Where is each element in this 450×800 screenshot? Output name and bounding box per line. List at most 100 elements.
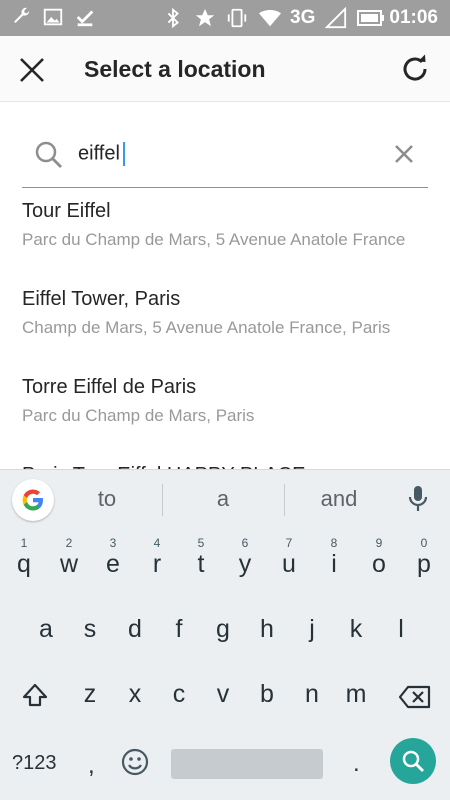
key-y[interactable]: 6y [224,536,266,592]
comma-key[interactable]: , [88,752,95,780]
key-number-hint: 3 [109,536,117,550]
search-query: eiffel [78,142,120,165]
suggestion-strip: to a and [0,470,450,528]
key-r[interactable]: 4r [136,536,178,592]
key-q[interactable]: 1q [3,536,45,592]
clock: 01:06 [389,7,438,28]
emoji-key[interactable] [119,746,151,778]
star-icon [194,7,216,29]
key-w[interactable]: 2w [48,536,90,592]
symbols-key[interactable]: ?123 [12,752,57,775]
location-address: Parc du Champ de Mars, Paris [22,406,255,425]
backspace-icon [398,685,431,709]
status-bar-left [10,6,96,28]
location-address: Champ de Mars, 5 Avenue Anatole France, … [22,318,391,337]
keyboard-search-button[interactable] [390,738,436,784]
suggestion-divider [162,484,163,516]
key-letter: l [398,615,404,643]
search-icon [34,140,64,170]
key-letter: r [152,550,162,578]
key-letter: j [309,615,315,643]
key-d[interactable]: d [114,601,156,657]
key-m[interactable]: m [335,666,377,722]
key-j[interactable]: j [291,601,333,657]
image-icon [42,6,64,28]
status-bar-right: 3G 01:06 [162,4,438,32]
key-p[interactable]: 0p [403,536,445,592]
key-letter: v [216,680,230,708]
key-n[interactable]: n [291,666,333,722]
key-number-hint: 7 [285,536,293,550]
key-letter: t [197,550,205,578]
key-letter: p [417,550,431,578]
location-name: Torre Eiffel de Paris [22,376,197,398]
key-x[interactable]: x [114,666,156,722]
list-item[interactable]: Torre Eiffel de Paris Parc du Champ de M… [0,364,450,452]
key-c[interactable]: c [158,666,200,722]
key-g[interactable]: g [202,601,244,657]
emoji-icon [121,748,149,776]
key-letter: d [128,615,142,643]
key-s[interactable]: s [69,601,111,657]
key-a[interactable]: a [25,601,67,657]
signal-icon [325,6,347,29]
key-z[interactable]: z [69,666,111,722]
space-bar[interactable] [171,749,323,779]
location-name: Tour Eiffel [22,200,111,222]
key-o[interactable]: 9o [358,536,400,592]
key-number-hint: 6 [241,536,249,550]
shift-key[interactable] [14,666,56,722]
status-bar: 3G 01:06 [0,0,450,36]
key-letter: u [282,550,296,578]
wifi-icon [258,7,282,29]
key-letter: o [372,550,386,578]
list-item[interactable]: Eiffel Tower, Paris Champ de Mars, 5 Ave… [0,276,450,364]
key-number-hint: 0 [420,536,428,550]
key-letter: g [216,615,230,643]
search-bar: eiffel [22,130,428,188]
key-number-hint: 4 [153,536,161,550]
vibrate-icon [226,7,248,29]
key-t[interactable]: 5t [180,536,222,592]
key-v[interactable]: v [202,666,244,722]
key-letter: w [59,550,79,578]
key-letter: y [238,550,252,578]
clear-search-button[interactable] [392,142,416,166]
key-i[interactable]: 8i [313,536,355,592]
soft-keyboard: to a and 1q 2w 3e 4r 5t 6y 7u 8i 9o 0p a… [0,469,450,800]
key-f[interactable]: f [158,601,200,657]
mic-button[interactable] [406,484,430,514]
refresh-button[interactable] [398,52,432,86]
period-key[interactable]: . [353,750,360,778]
wrench-icon [10,6,32,28]
close-icon [20,58,44,82]
key-letter: e [106,550,120,578]
key-l[interactable]: l [380,601,422,657]
suggestion-word[interactable]: to [57,486,157,512]
keyboard-row-3: z x c v b n m [0,666,450,728]
backspace-key[interactable] [393,666,435,722]
key-number-hint: 9 [375,536,383,550]
search-icon [402,750,424,772]
key-letter: h [260,615,274,643]
list-item[interactable]: Tour Eiffel Parc du Champ de Mars, 5 Ave… [0,188,450,276]
key-letter: f [175,615,183,643]
key-number-hint: 2 [65,536,73,550]
key-e[interactable]: 3e [92,536,134,592]
key-u[interactable]: 7u [268,536,310,592]
key-h[interactable]: h [246,601,288,657]
key-number-hint: 5 [197,536,205,550]
location-name: Eiffel Tower, Paris [22,288,181,310]
key-b[interactable]: b [246,666,288,722]
google-logo-button[interactable] [12,479,54,521]
page-title: Select a location [84,56,266,82]
key-k[interactable]: k [335,601,377,657]
suggestion-word[interactable]: a [173,486,273,512]
close-button[interactable] [14,52,50,88]
text-caret [122,142,125,166]
suggestion-word[interactable]: and [289,486,389,512]
search-input[interactable]: eiffel [78,142,125,166]
key-letter: i [331,550,337,578]
app-bar: Select a location [0,36,450,102]
key-letter: n [305,680,319,708]
